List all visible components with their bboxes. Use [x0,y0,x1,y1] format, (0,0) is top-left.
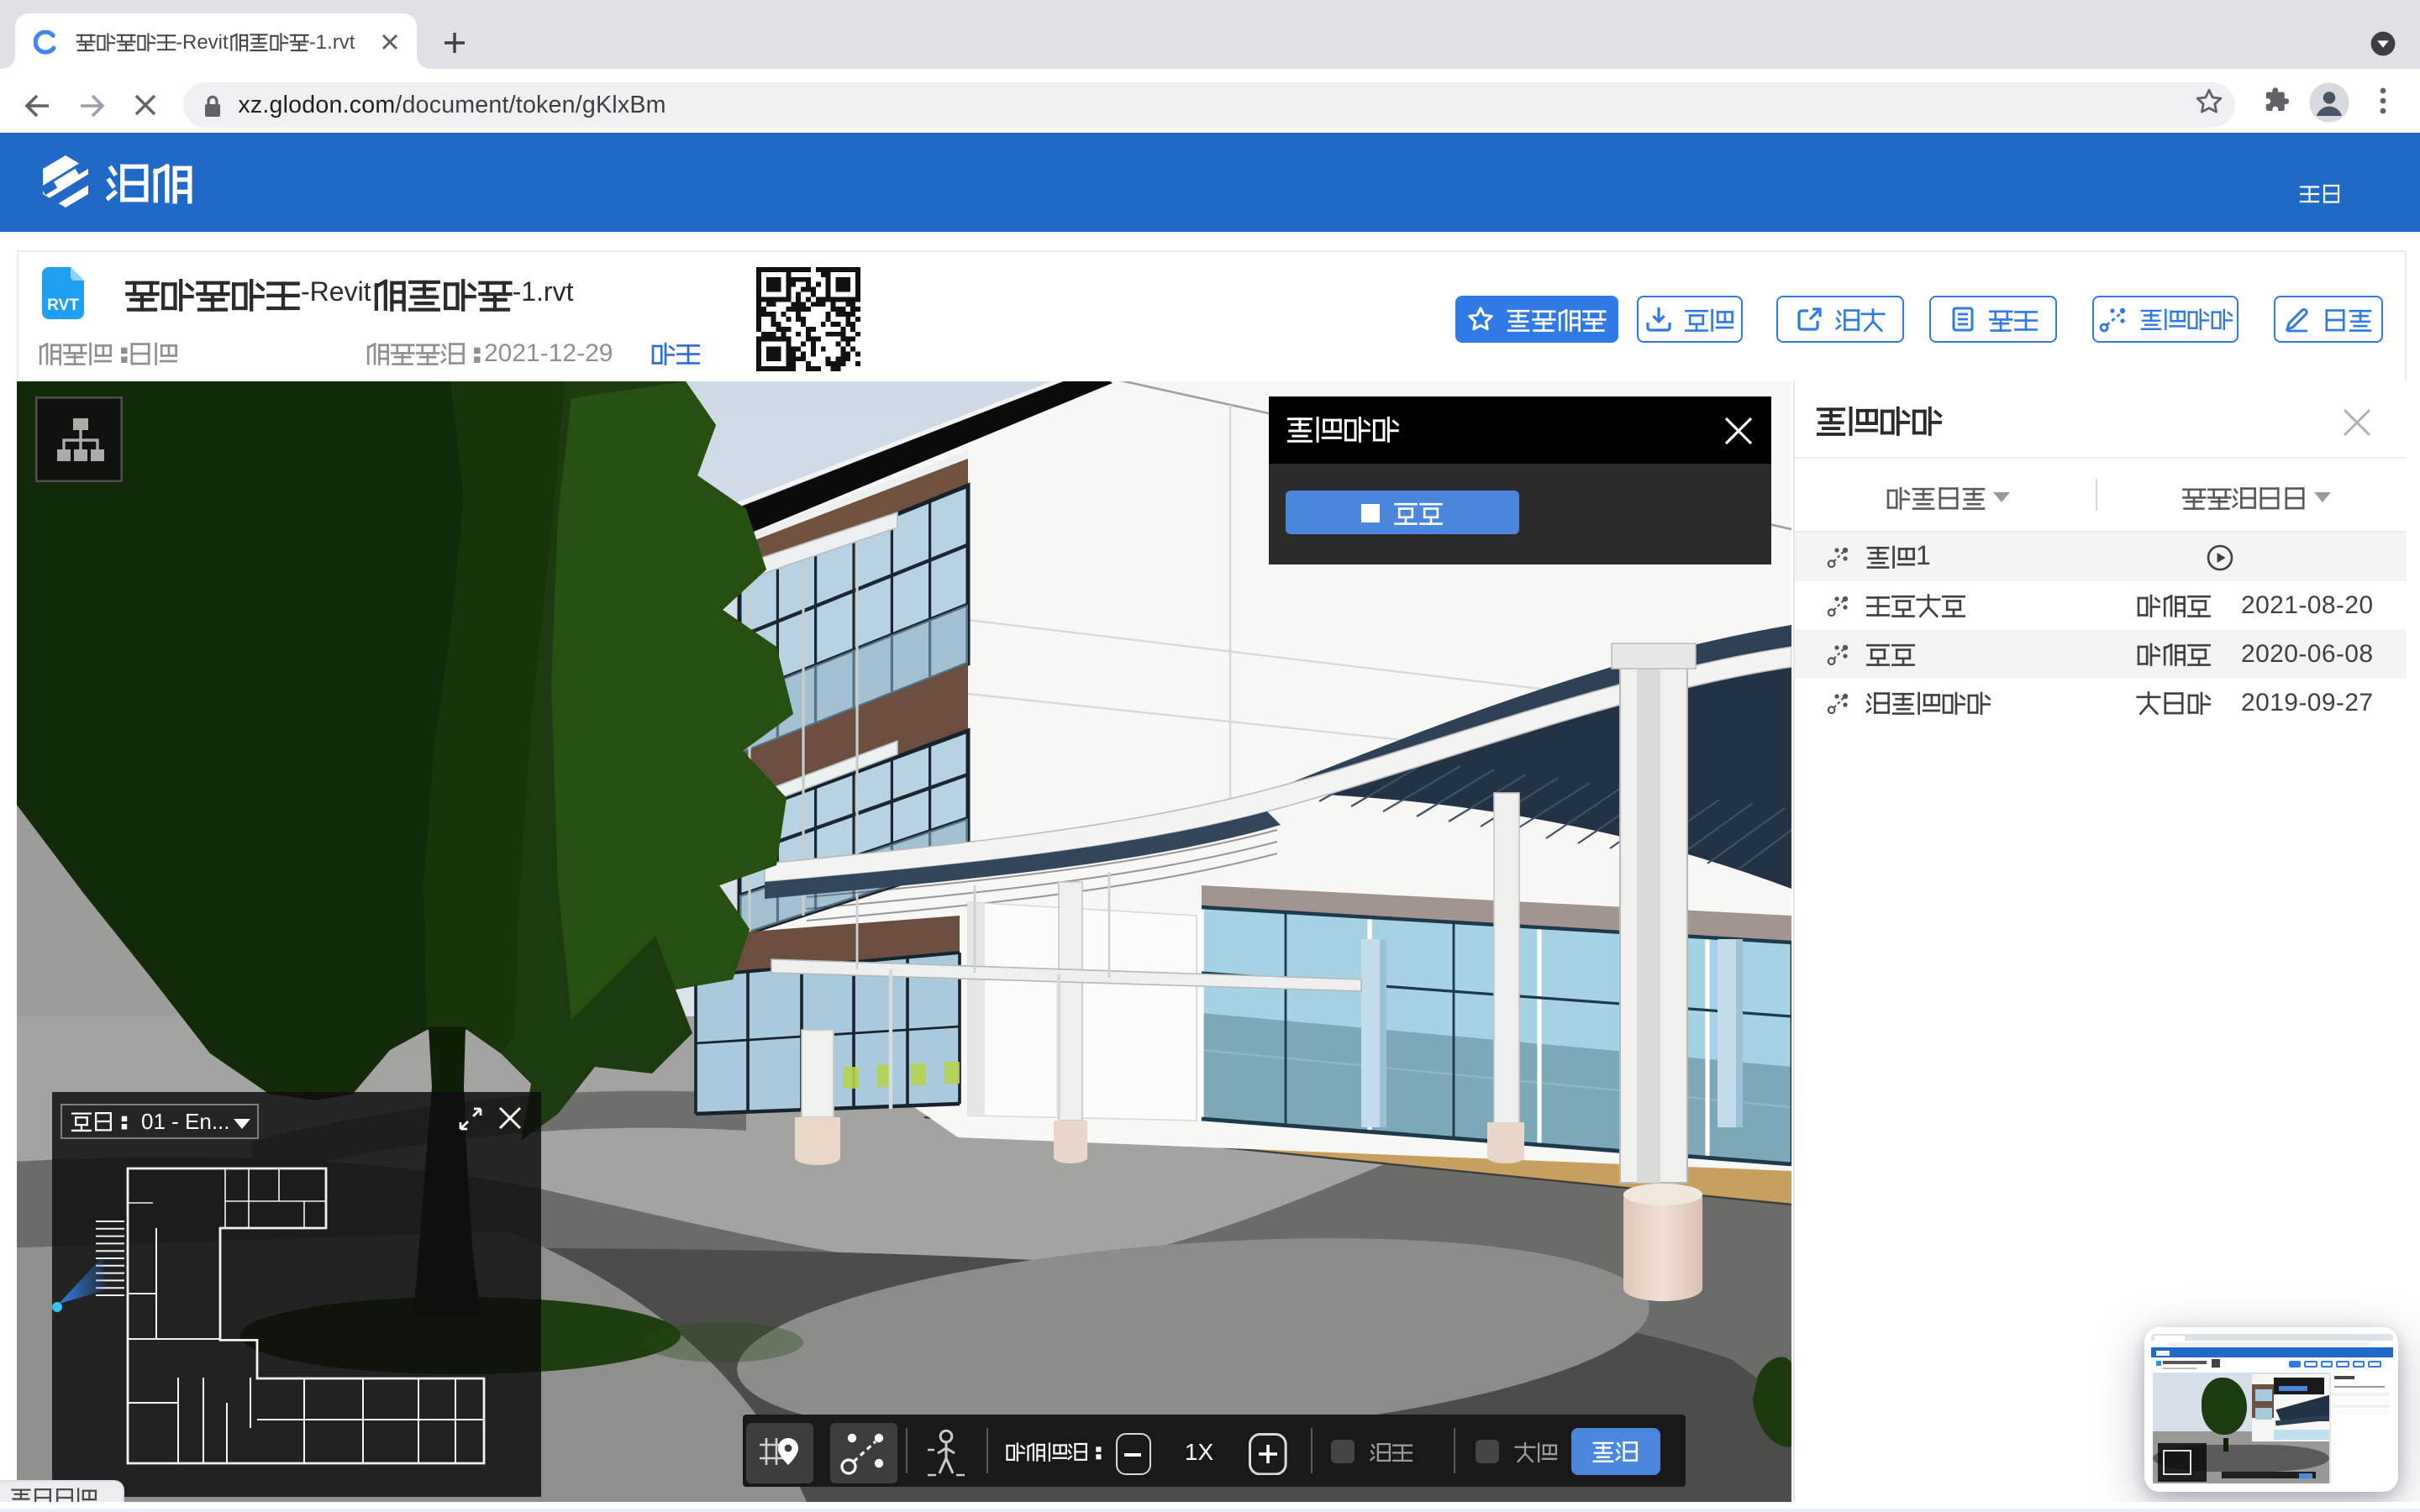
svg-text:RVT: RVT [46,297,78,314]
